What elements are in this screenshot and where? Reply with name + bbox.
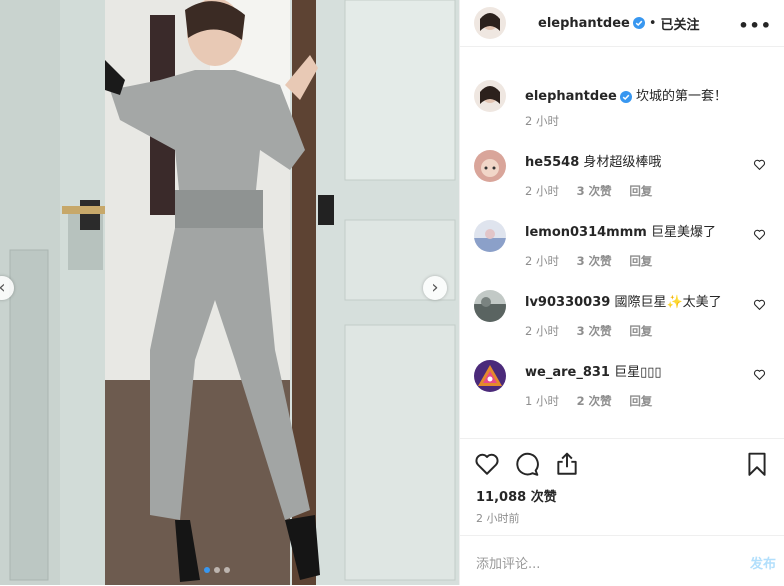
actions-area: 11,088 次赞 2 小时前 (460, 438, 784, 525)
share-icon[interactable] (554, 451, 580, 477)
comment-meta: 2 小时 3 次赞 回复 (525, 183, 666, 199)
heart-icon[interactable] (753, 298, 766, 311)
comment-username[interactable]: we_are_831 (525, 365, 610, 380)
comment-time[interactable]: 2 小时 (525, 254, 559, 268)
comment-text: 巨星美爆了 (650, 225, 716, 240)
comment-text: 巨星▯▯▯ (614, 365, 662, 380)
chevron-right-icon[interactable]: › (423, 276, 447, 300)
comment-likes[interactable]: 2 次赞 (577, 394, 612, 408)
avatar[interactable] (474, 290, 506, 322)
like-count[interactable]: 11,088 次赞 (476, 486, 557, 505)
photo-illustration (0, 0, 459, 585)
avatar[interactable] (474, 7, 506, 39)
comment-likes[interactable]: 3 次赞 (577, 184, 612, 198)
comment-meta: 2 小时 3 次赞 回复 (525, 323, 666, 339)
carousel-dot (214, 567, 220, 573)
avatar[interactable] (474, 150, 506, 182)
bookmark-icon[interactable] (744, 451, 770, 477)
post-comment-button[interactable]: 发布 (750, 553, 776, 572)
header-separator: • (648, 15, 657, 31)
post-time: 2 小时前 (476, 512, 520, 525)
verified-icon (632, 17, 645, 29)
caption-username[interactable]: elephantdee (525, 89, 617, 104)
add-comment-bar: 添加评论... 发布 (460, 535, 784, 586)
heart-icon[interactable] (753, 158, 766, 171)
heart-icon[interactable] (753, 368, 766, 381)
caption-meta: 2 小时 (525, 113, 573, 129)
more-options-icon[interactable]: ••• (738, 16, 772, 35)
caption-text: 坎城的第一套！ (635, 89, 727, 104)
comment-text: 國際巨星✨太美了 (614, 295, 722, 310)
comments-list[interactable]: elephantdee 坎城的第一套！ 2 小时 he5548 身材超级棒哦 2… (460, 58, 784, 438)
comment-username[interactable]: lv90330039 (525, 295, 610, 310)
comment-likes[interactable]: 3 次赞 (577, 254, 612, 268)
post-header: elephantdee • 已关注 ••• (460, 0, 784, 47)
comment-input[interactable]: 添加评论... (476, 553, 540, 572)
comment-username[interactable]: he5548 (525, 155, 579, 170)
comment-username[interactable]: lemon0314mmm (525, 225, 647, 240)
reply-button[interactable]: 回复 (629, 254, 652, 268)
caption-time[interactable]: 2 小时 (525, 114, 559, 128)
comment-likes[interactable]: 3 次赞 (577, 324, 612, 338)
comment-meta: 1 小时 2 次赞 回复 (525, 393, 666, 409)
carousel-dot (224, 567, 230, 573)
header-username[interactable]: elephantdee (538, 16, 630, 31)
reply-button[interactable]: 回复 (629, 184, 652, 198)
carousel-dot (204, 567, 210, 573)
comment-icon[interactable] (514, 451, 540, 477)
heart-icon[interactable] (474, 451, 500, 477)
action-icons-row (460, 439, 784, 489)
heart-icon[interactable] (753, 228, 766, 241)
comment-time[interactable]: 2 小时 (525, 184, 559, 198)
verified-icon (619, 90, 632, 103)
avatar[interactable] (474, 360, 506, 392)
comment-meta: 2 小时 3 次赞 回复 (525, 253, 666, 269)
avatar[interactable] (474, 80, 506, 112)
reply-button[interactable]: 回复 (629, 324, 652, 338)
following-button[interactable]: 已关注 (661, 14, 700, 33)
carousel-dots (204, 567, 230, 573)
post-panel: elephantdee • 已关注 ••• elephantdee 坎城的第一套… (459, 0, 784, 585)
comment-time[interactable]: 2 小时 (525, 324, 559, 338)
reply-button[interactable]: 回复 (629, 394, 652, 408)
comment-text: 身材超级棒哦 (583, 155, 662, 170)
post-photo[interactable]: ‹ › (0, 0, 459, 585)
comment-time[interactable]: 1 小时 (525, 394, 559, 408)
avatar[interactable] (474, 220, 506, 252)
